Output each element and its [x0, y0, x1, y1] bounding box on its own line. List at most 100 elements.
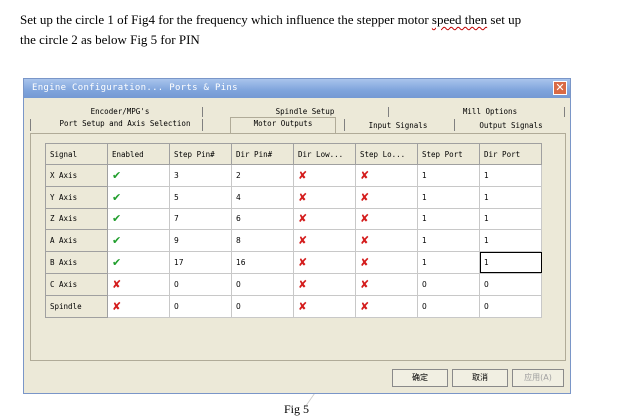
cell-value: 1: [484, 170, 489, 180]
col-dir-low[interactable]: Dir Low...: [293, 143, 356, 165]
dir-pin-cell[interactable]: 16: [231, 251, 294, 274]
enabled-cell[interactable]: ✔: [107, 229, 170, 253]
dir-pin-cell[interactable]: 0: [231, 294, 294, 318]
step-low-cell[interactable]: ✘: [355, 229, 418, 253]
cell-value: Y Axis: [50, 192, 78, 202]
dir-port-cell[interactable]: 1: [479, 229, 542, 253]
step-pin-cell[interactable]: 0: [169, 294, 232, 318]
step-pin-cell[interactable]: 9: [169, 229, 232, 253]
dir-pin-cell[interactable]: 2: [231, 164, 294, 187]
step-low-cell[interactable]: ✘: [355, 207, 418, 231]
tab-output-signals[interactable]: Output Signals: [466, 121, 556, 130]
tab-mill-options[interactable]: Mill Options: [440, 107, 540, 116]
apply-button[interactable]: 应用(A): [512, 369, 564, 387]
dir-port-cell[interactable]: 1: [479, 164, 542, 187]
cancel-button[interactable]: 取消: [452, 369, 508, 387]
col-step-port[interactable]: Step Port: [417, 143, 480, 165]
dir-low-cell[interactable]: ✘: [293, 272, 356, 296]
step-low-cell[interactable]: ✘: [355, 272, 418, 296]
dir-port-cell[interactable]: 1: [479, 185, 542, 209]
table-row[interactable]: C Axis ✘ 0 0 ✘ ✘ 0 0: [45, 272, 542, 296]
line-1-end: set up: [487, 12, 522, 27]
table-row[interactable]: Z Axis ✔ 7 6 ✘ ✘ 1 1: [45, 207, 542, 231]
tab-spindle-setup[interactable]: Spindle Setup: [250, 107, 360, 116]
step-low-cell[interactable]: ✘: [355, 294, 418, 318]
dialog-titlebar[interactable]: Engine Configuration... Ports & Pins: [24, 79, 570, 98]
col-signal[interactable]: Signal: [45, 143, 108, 165]
col-dir-pin[interactable]: Dir Pin#: [231, 143, 294, 165]
col-enabled[interactable]: Enabled: [107, 143, 170, 165]
ok-button[interactable]: 确定: [392, 369, 448, 387]
dir-pin-cell[interactable]: 0: [231, 272, 294, 296]
enabled-cell[interactable]: ✔: [107, 207, 170, 231]
dir-low-cell[interactable]: ✘: [293, 164, 356, 187]
cross-icon: ✘: [298, 299, 308, 313]
step-pin-cell[interactable]: 0: [169, 272, 232, 296]
table-row[interactable]: X Axis ✔ 3 2 ✘ ✘ 1 1: [45, 164, 542, 187]
enabled-cell[interactable]: ✘: [107, 272, 170, 296]
enabled-cell[interactable]: ✘: [107, 294, 170, 318]
dir-low-cell[interactable]: ✘: [293, 185, 356, 209]
document-line-2: the circle 2 as below Fig 5 for PIN: [20, 32, 200, 47]
dir-pin-cell[interactable]: 6: [231, 207, 294, 231]
close-icon[interactable]: ✕: [553, 81, 567, 95]
step-pin-cell[interactable]: 3: [169, 164, 232, 187]
step-port-cell[interactable]: 1: [417, 164, 480, 187]
signal-cell[interactable]: B Axis: [45, 251, 108, 274]
cross-icon: ✘: [298, 168, 308, 182]
cell-value: 4: [236, 192, 241, 202]
enabled-cell[interactable]: ✔: [107, 251, 170, 274]
step-pin-cell[interactable]: 17: [169, 251, 232, 274]
step-pin-cell[interactable]: 7: [169, 207, 232, 231]
col-step-low[interactable]: Step Lo...: [355, 143, 418, 165]
cell-value: 1: [484, 214, 489, 224]
step-low-cell[interactable]: ✘: [355, 164, 418, 187]
dir-port-cell[interactable]: 0: [479, 294, 542, 318]
line-1-text: Set up the circle 1 of Fig4 for the freq…: [20, 12, 432, 27]
signal-cell[interactable]: Y Axis: [45, 185, 108, 209]
tab-input-signals[interactable]: Input Signals: [358, 121, 438, 130]
signal-cell[interactable]: Spindle: [45, 294, 108, 318]
dir-pin-cell[interactable]: 8: [231, 229, 294, 253]
dir-port-cell[interactable]: 1: [479, 207, 542, 231]
step-port-cell[interactable]: 1: [417, 185, 480, 209]
cell-value: 1: [422, 258, 427, 268]
step-port-cell[interactable]: 0: [417, 272, 480, 296]
col-step-pin[interactable]: Step Pin#: [169, 143, 232, 165]
table-row[interactable]: Y Axis ✔ 5 4 ✘ ✘ 1 1: [45, 185, 542, 209]
table-row[interactable]: Spindle ✘ 0 0 ✘ ✘ 0 0: [45, 294, 542, 318]
tab-motor-outputs[interactable]: Motor Outputs: [230, 117, 336, 133]
dir-low-cell[interactable]: ✘: [293, 251, 356, 274]
cell-value: C Axis: [50, 279, 78, 289]
table-row[interactable]: A Axis ✔ 9 8 ✘ ✘ 1 1: [45, 229, 542, 253]
enabled-cell[interactable]: ✔: [107, 164, 170, 187]
tab-divider: [30, 119, 31, 131]
dir-low-cell[interactable]: ✘: [293, 207, 356, 231]
step-pin-cell[interactable]: 5: [169, 185, 232, 209]
signal-cell[interactable]: A Axis: [45, 229, 108, 253]
col-dir-port[interactable]: Dir Port: [479, 143, 542, 165]
engine-config-dialog: Engine Configuration... Ports & Pins ✕ E…: [23, 78, 571, 394]
signal-cell[interactable]: X Axis: [45, 164, 108, 187]
tab-divider: [454, 119, 455, 131]
step-port-cell[interactable]: 1: [417, 251, 480, 274]
table-row[interactable]: B Axis ✔ 17 16 ✘ ✘ 1 1: [45, 251, 542, 274]
step-low-cell[interactable]: ✘: [355, 185, 418, 209]
step-low-cell[interactable]: ✘: [355, 251, 418, 274]
cell-value: Z Axis: [50, 214, 78, 224]
enabled-cell[interactable]: ✔: [107, 185, 170, 209]
tab-port-setup[interactable]: Port Setup and Axis Selection: [50, 119, 200, 128]
cell-value: 2: [236, 170, 241, 180]
dir-pin-cell[interactable]: 4: [231, 185, 294, 209]
dir-port-cell[interactable]: 0: [479, 272, 542, 296]
dir-low-cell[interactable]: ✘: [293, 294, 356, 318]
step-port-cell[interactable]: 0: [417, 294, 480, 318]
step-port-cell[interactable]: 1: [417, 229, 480, 253]
dir-port-cell[interactable]: 1: [479, 251, 542, 274]
signal-cell[interactable]: Z Axis: [45, 207, 108, 231]
tab-encoder-mpg[interactable]: Encoder/MPG's: [60, 107, 180, 116]
step-port-cell[interactable]: 1: [417, 207, 480, 231]
dir-low-cell[interactable]: ✘: [293, 229, 356, 253]
cross-icon: ✘: [360, 190, 370, 204]
signal-cell[interactable]: C Axis: [45, 272, 108, 296]
